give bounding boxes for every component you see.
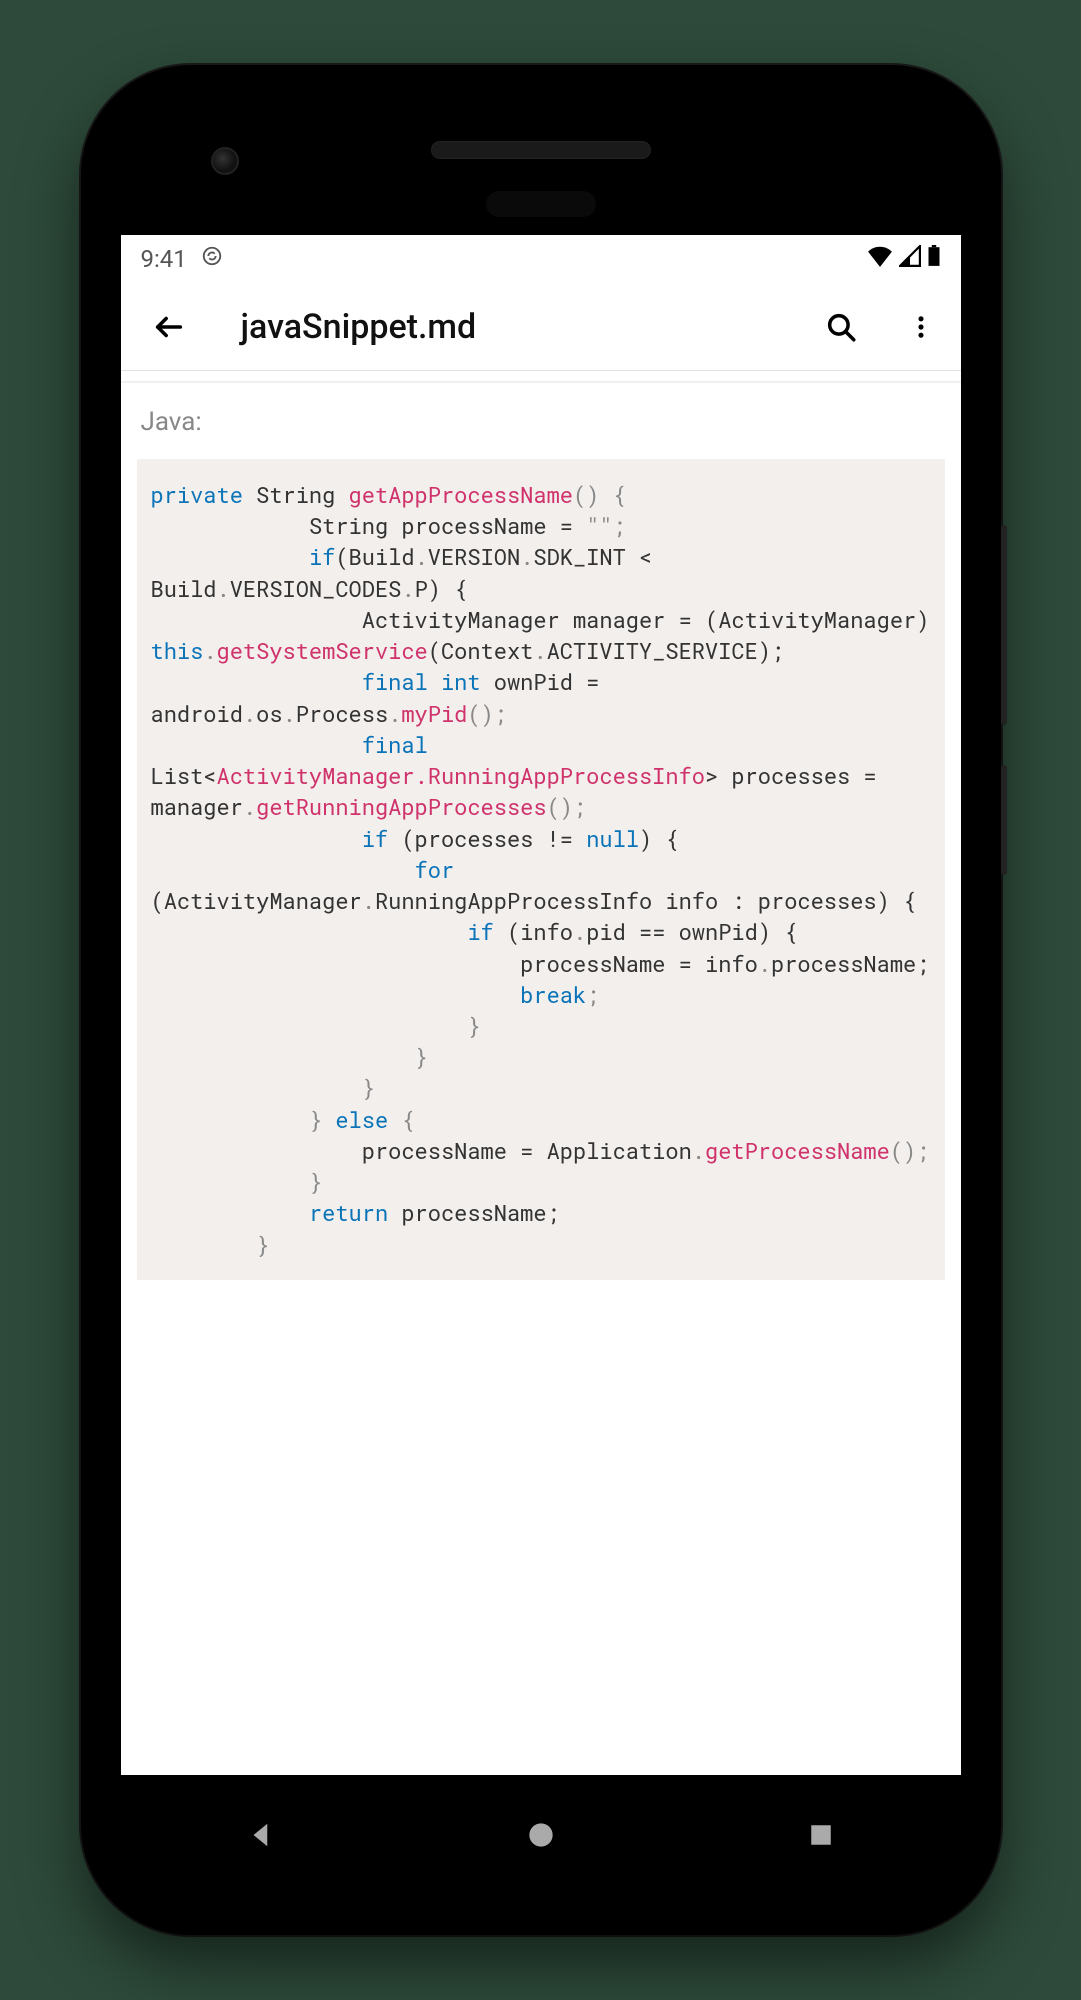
nav-back-button[interactable]	[243, 1817, 279, 1853]
earpiece	[431, 141, 651, 159]
power-button	[1001, 765, 1007, 875]
section-label: Java:	[137, 407, 945, 437]
phone-hardware-top	[121, 105, 961, 235]
phone-frame: 9:41	[81, 65, 1001, 1935]
app-bar: javaSnippet.md	[121, 283, 961, 371]
sensor-pill	[486, 191, 596, 217]
battery-icon	[927, 245, 941, 273]
overflow-menu-button[interactable]	[893, 299, 949, 355]
signal-icon	[899, 245, 921, 273]
nav-recent-button[interactable]	[803, 1817, 839, 1853]
android-nav-bar	[121, 1775, 961, 1895]
back-button[interactable]	[141, 299, 197, 355]
search-button[interactable]	[813, 299, 869, 355]
nav-home-button[interactable]	[523, 1817, 559, 1853]
sync-icon	[201, 245, 223, 273]
wifi-icon	[867, 245, 893, 273]
status-bar: 9:41	[121, 235, 961, 283]
screen: 9:41	[121, 235, 961, 1775]
status-time: 9:41	[141, 245, 187, 273]
app-bar-title: javaSnippet.md	[241, 307, 789, 347]
document-content[interactable]: Java: private String getAppProcessName()…	[121, 381, 961, 1775]
volume-button	[1001, 525, 1007, 725]
code-block: private String getAppProcessName() { Str…	[137, 459, 945, 1280]
front-camera	[211, 147, 239, 175]
